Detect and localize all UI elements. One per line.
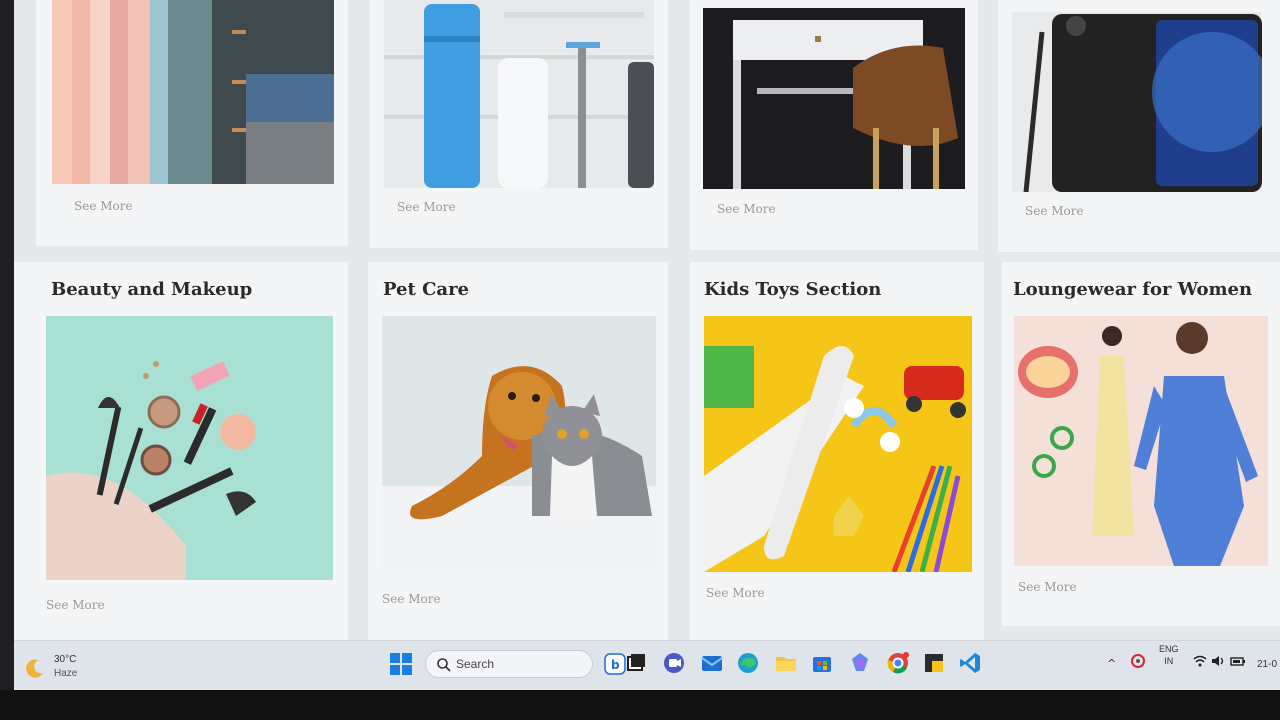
copilot-icon[interactable] [848,651,872,675]
category-title: Loungewear for Women [1013,279,1253,300]
store-icon[interactable] [810,651,834,675]
card-image-pets[interactable] [382,316,656,574]
screen-bezel-bottom [0,690,1280,720]
see-more-link[interactable]: See More [1025,204,1084,218]
product-card-top-3: See More [690,0,978,250]
wifi-icon[interactable] [1192,653,1208,669]
taskbar-clock[interactable]: 21-0 [1257,659,1277,670]
card-image-toys[interactable] [704,316,972,572]
product-card-top-1: See More [36,0,348,246]
svg-text:b: b [611,658,620,672]
weather-temp: 30°C [54,654,77,665]
sticky-notes-icon[interactable] [922,651,946,675]
mail-icon[interactable] [700,651,724,675]
card-image-phone[interactable] [1012,12,1262,192]
product-card-top-4: See More [998,0,1280,252]
see-more-link[interactable]: See More [706,586,765,600]
weather-moon-icon [26,659,43,678]
weather-widget[interactable]: 30°C Haze [24,653,104,683]
chrome-icon[interactable] [886,651,910,675]
bing-icon[interactable]: b [604,653,626,675]
see-more-link[interactable]: See More [717,202,776,216]
screen-bezel-left [0,0,14,690]
taskbar-search[interactable]: Search b [425,650,626,678]
task-view-icon[interactable] [624,651,648,675]
meet-icon[interactable] [662,651,686,675]
card-image-toiletries[interactable] [384,0,654,188]
see-more-link[interactable]: See More [382,592,441,606]
category-title: Beauty and Makeup [51,279,253,300]
see-more-link[interactable]: See More [397,200,456,214]
screen: See More See More See More See More Beau… [14,0,1280,690]
category-page: See More See More See More See More Beau… [14,0,1280,640]
weather-desc: Haze [54,668,78,679]
card-image-desk[interactable] [703,8,965,189]
lang-region: IN [1164,656,1174,666]
search-label: Search [456,657,495,671]
lang-code: ENG [1159,644,1179,654]
vscode-icon[interactable] [958,651,982,675]
card-image-makeup[interactable] [46,316,333,580]
product-card-top-2: See More [370,0,668,248]
category-title: Kids Toys Section [704,279,882,300]
category-card-beauty: Beauty and Makeup See More [14,262,348,640]
tray-overflow-icon[interactable]: ^ [1107,657,1116,670]
see-more-link[interactable]: See More [1018,580,1077,594]
windows-start-icon[interactable] [390,653,412,675]
battery-icon[interactable] [1230,653,1246,669]
tray-app-icon[interactable] [1130,653,1146,669]
card-image-closet[interactable] [52,0,334,184]
volume-icon[interactable] [1210,653,1226,669]
see-more-link[interactable]: See More [74,199,133,213]
category-card-loungewear: Loungewear for Women See More [1002,262,1280,626]
edge-icon[interactable] [736,651,760,675]
see-more-link[interactable]: See More [46,598,105,612]
windows-taskbar: 30°C Haze Search b ^ ENG IN 21-0 [14,640,1280,690]
file-explorer-icon[interactable] [774,651,798,675]
category-title: Pet Care [383,279,470,300]
card-image-loungewear[interactable] [1014,316,1268,566]
search-icon [437,658,451,672]
category-card-toys: Kids Toys Section See More [690,262,984,640]
category-card-pet: Pet Care See More [368,262,668,640]
language-indicator[interactable]: ENG IN [1159,643,1179,667]
